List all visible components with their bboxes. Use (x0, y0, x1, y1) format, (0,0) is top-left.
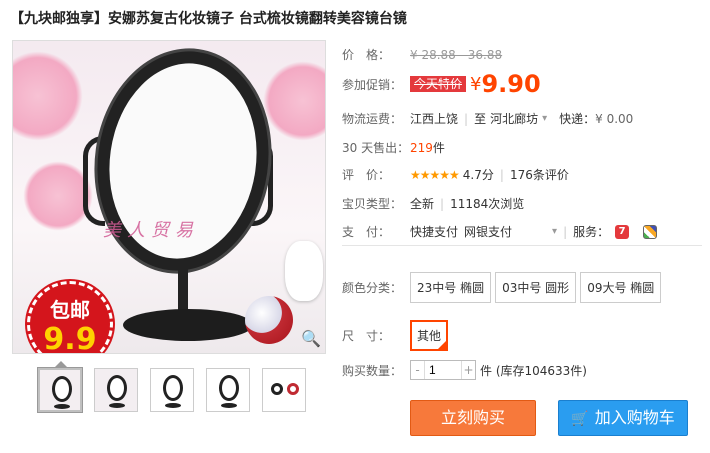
add-to-cart-label: 加入购物车 (594, 408, 675, 427)
shipping-label: 物流运费： (342, 112, 403, 126)
quantity-stepper[interactable]: - + (410, 360, 476, 380)
buy-now-button[interactable]: 立刻购买 (410, 400, 536, 436)
promo-tag: 今天特价 (410, 76, 467, 92)
rating-score: 4.7分 (462, 168, 494, 182)
promo-price: 9.90 (481, 70, 541, 98)
color-row: 颜色分类： 23中号 椭圆 03中号 圆形 09大号 椭圆 (342, 272, 665, 303)
thumbnail-3[interactable] (150, 368, 194, 412)
dropdown-icon[interactable]: ▾ (552, 226, 557, 237)
price-row: 价 格： ¥ 28.88 - 36.88 (342, 46, 502, 63)
decrement-button[interactable]: - (411, 361, 424, 379)
zoom-icon[interactable]: 🔍 (301, 329, 321, 349)
express-fee: ¥ 0.00 (595, 111, 634, 126)
shipping-row: 物流运费： 江西上饶 | 至 河北廊坊 ▾ 快递： ¥ 0.00 (342, 110, 633, 127)
pay-label: 支 付： (342, 225, 391, 239)
promo-label: 参加促销： (342, 77, 403, 92)
sold-unit: 件 (432, 141, 445, 155)
ship-from: 江西上饶 (410, 112, 459, 126)
separator: | (563, 224, 568, 239)
rating-label: 评 价： (342, 168, 391, 182)
color-option[interactable]: 09大号 椭圆 (580, 272, 662, 303)
ship-to-prefix: 至 (474, 112, 487, 126)
cart-icon: 🛒 (571, 411, 589, 427)
color-label: 颜色分类： (342, 281, 403, 295)
quantity-input[interactable] (424, 361, 462, 379)
type-row: 宝贝类型： 全新 | 11184次浏览 (342, 195, 524, 212)
color-option[interactable]: 23中号 椭圆 (410, 272, 492, 303)
sold-label: 30 天售出： (342, 141, 410, 155)
badge-text: 包邮 (50, 298, 90, 322)
review-count-link[interactable]: 176条评价 (510, 166, 569, 183)
thumbnail-5[interactable] (262, 368, 306, 412)
divider (342, 245, 702, 246)
separator: | (464, 111, 469, 126)
type-label: 宝贝类型： (342, 197, 403, 211)
color-option[interactable]: 03中号 圆形 (495, 272, 577, 303)
original-price: ¥ 28.88 - 36.88 (410, 47, 503, 62)
qty-label: 购买数量： (342, 363, 403, 378)
separator: | (440, 196, 445, 211)
chevron-down-icon[interactable]: ▾ (542, 113, 547, 124)
type-value: 全新 (410, 197, 435, 211)
payment-row: 支 付： 快捷支付 网银支付 ▾ | 服务： 7 (342, 223, 658, 240)
rating-row: 评 价： ★★★★★ 4.7分 | 176条评价 (342, 166, 569, 183)
badge-price: 9.9 (43, 322, 97, 354)
sales-row: 30 天售出： 219 件 (342, 139, 445, 156)
service-label: 服务： (573, 225, 610, 239)
thumbnail-strip (38, 368, 306, 412)
product-title: 【九块邮独享】安娜苏复古化妆镜子 台式梳妆镜翻转美容镜台镜 (10, 11, 407, 27)
separator: | (499, 167, 504, 182)
add-to-cart-button[interactable]: 🛒 加入购物车 (558, 400, 688, 436)
image-watermark: 美人贸易 (103, 220, 199, 241)
increment-button[interactable]: + (462, 361, 475, 379)
flower-decoration (13, 51, 83, 141)
product-main-image[interactable]: 美人贸易 包邮 9.9 🔍 (12, 40, 326, 354)
sold-count: 219 (410, 140, 433, 155)
size-option-selected[interactable]: 其他 (410, 320, 449, 351)
stock-text: 件 (库存104633件) (480, 363, 587, 378)
price-label: 价 格： (342, 48, 391, 62)
thumbnail-4[interactable] (206, 368, 250, 412)
promo-row: 参加促销： 今天特价 ¥ 9.90 (342, 70, 541, 98)
mirror-base (123, 309, 253, 341)
size-label: 尺 寸： (342, 329, 391, 343)
guarantee-icon[interactable] (643, 224, 658, 239)
mirror-frame (83, 41, 283, 282)
thumbnail-2[interactable] (94, 368, 138, 412)
rating-stars: ★★★★★ (410, 167, 460, 182)
thumb-pointer (55, 361, 67, 367)
decor-ball (245, 296, 293, 344)
express-label: 快递： (559, 112, 596, 126)
seven-day-return-icon[interactable]: 7 (615, 224, 630, 239)
size-row: 尺 寸： 其他 (342, 320, 452, 351)
thumbnail-1[interactable] (38, 368, 82, 412)
quantity-row: 购买数量： - + 件 (库存104633件) (342, 360, 587, 380)
flower-decoration (263, 61, 325, 141)
pay-bank: 网银支付 (464, 225, 513, 239)
bunny-figurine (285, 241, 323, 301)
pay-quick: 快捷支付 (410, 225, 459, 239)
ship-to-select[interactable]: 河北廊坊 (490, 110, 538, 127)
currency-symbol: ¥ (470, 73, 482, 95)
free-shipping-badge: 包邮 9.9 (27, 281, 113, 354)
view-count: 11184次浏览 (450, 197, 525, 211)
